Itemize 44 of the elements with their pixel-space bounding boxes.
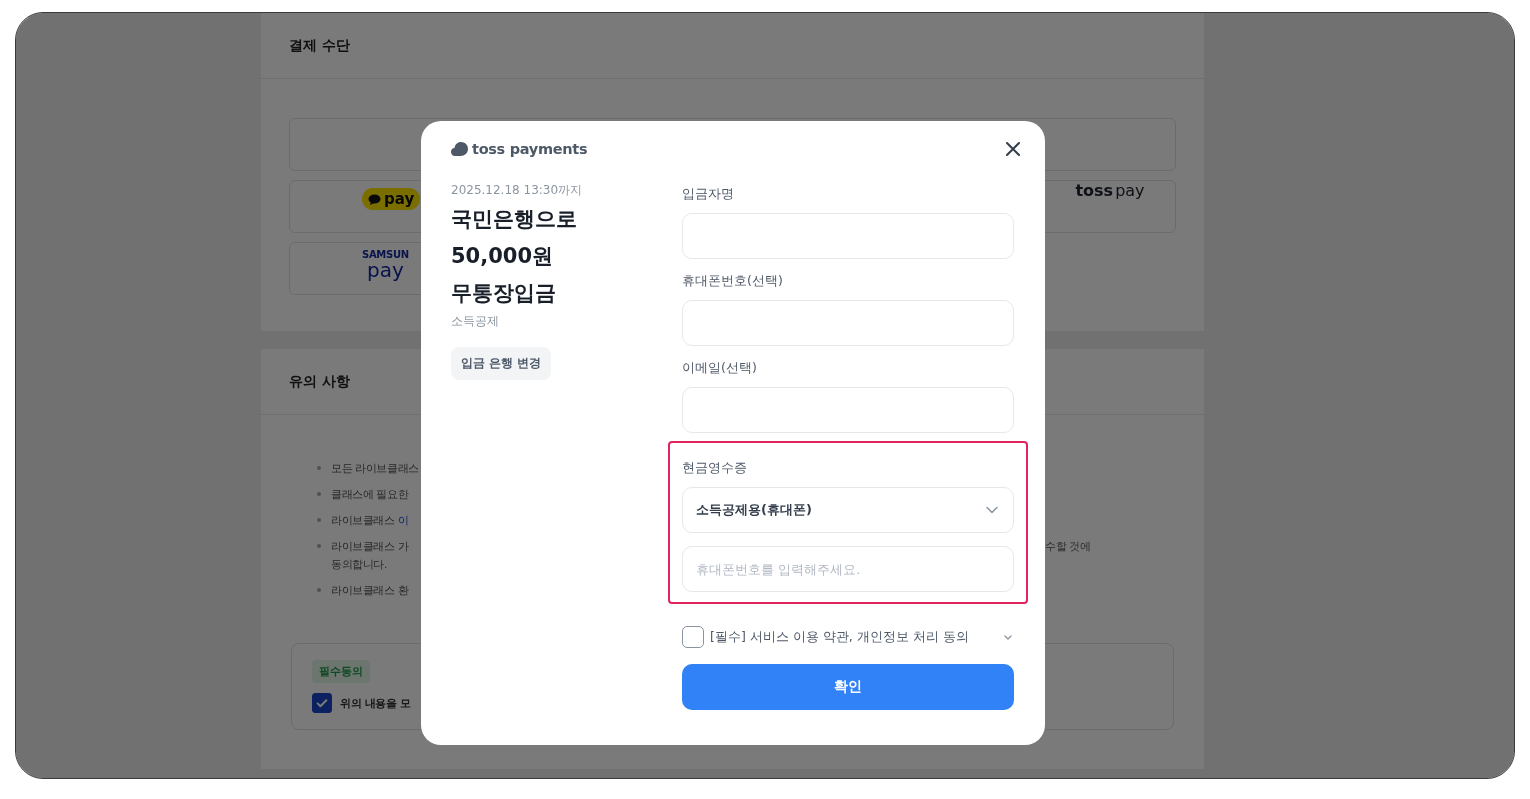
notice-text: 라이브클래스 환: [331, 583, 409, 598]
subtitle-text: 소득공제: [451, 314, 499, 329]
field-label: 휴대폰번호(선택): [682, 272, 784, 290]
receipt-type-select[interactable]: 소득공제용(휴대폰): [682, 487, 1014, 533]
notice-text: 라이브클래스 이: [331, 513, 409, 528]
agree-checkbox[interactable]: [312, 693, 332, 713]
bullet-icon: [317, 466, 321, 470]
tosspay-logo: tosspay: [1075, 181, 1145, 200]
consent-label: [필수] 서비스 이용 약관, 개인정보 처리 동의: [710, 628, 970, 646]
bullet-icon: [317, 588, 321, 592]
payment-title: 국민은행으로: [451, 206, 577, 233]
payment-title: 무통장입금: [451, 280, 556, 307]
phone-input-field[interactable]: 휴대폰번호를 입력해주세요.: [682, 546, 1014, 592]
confirm-button[interactable]: 확인: [682, 664, 1014, 710]
bullet-icon: [317, 518, 321, 522]
deadline-text: 2025.12.18 13:30까지: [451, 182, 583, 199]
brand-logo-text: toss payments: [472, 141, 588, 157]
check-icon: [315, 696, 329, 710]
change-bank-button[interactable]: 입금 은행 변경: [451, 347, 552, 380]
input-field[interactable]: [682, 213, 1014, 259]
agree-label: 위의 내용을 모: [340, 695, 411, 711]
kakaopay-logo: pay: [362, 188, 421, 210]
notice-text: 모든 라이브클래스: [331, 461, 419, 476]
notice-text: 수할 것에: [1045, 539, 1091, 554]
field-label: 이메일(선택): [682, 359, 758, 377]
input-field[interactable]: [682, 300, 1014, 346]
bullet-icon: [317, 544, 321, 548]
notice-text: 라이브클래스 가: [331, 539, 409, 554]
required-badge: 필수동의: [312, 660, 370, 683]
cloud-logo-icon: [451, 141, 469, 157]
close-button[interactable]: [1005, 141, 1021, 157]
section-title: 결제 수단: [289, 36, 350, 55]
field-label: 입금자명: [682, 185, 735, 203]
chevron-down-icon[interactable]: [1004, 634, 1012, 640]
section-title: 유의 사항: [289, 372, 350, 391]
notice-text: 클래스에 필요한: [331, 487, 409, 502]
payment-title: 50,000원: [451, 243, 554, 270]
field-label: 현금영수증: [682, 459, 748, 477]
chevron-down-icon: [986, 506, 998, 514]
samsungpay-logo: SAMSUN pay: [362, 250, 409, 280]
notice-text: 동의합니다.: [331, 557, 387, 572]
consent-checkbox[interactable]: [682, 626, 704, 648]
bullet-icon: [317, 492, 321, 496]
input-field[interactable]: [682, 387, 1014, 433]
